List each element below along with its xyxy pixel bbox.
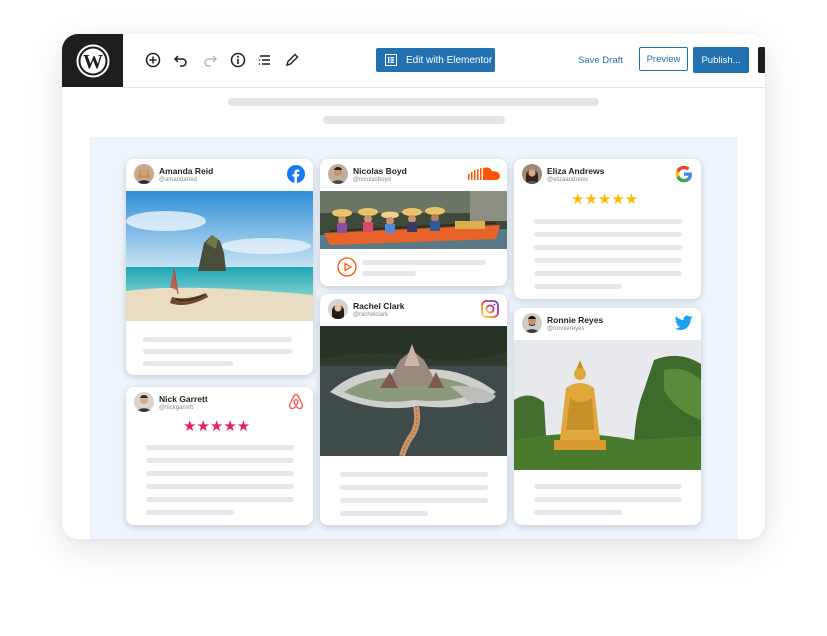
author-name: Nicolas Boyd xyxy=(353,166,407,176)
boat-market-photo xyxy=(320,191,507,249)
avatar xyxy=(134,392,154,412)
save-draft-button[interactable]: Save Draft xyxy=(578,55,623,66)
text-placeholder xyxy=(534,484,682,489)
author-name: Eliza Andrews xyxy=(547,166,605,176)
review-card-airbnb[interactable]: Nick Garrett @nickgarrett ★★★★★ xyxy=(126,387,313,525)
text-placeholder xyxy=(534,510,622,515)
review-card-instagram[interactable]: Rachel Clark @rachelclark xyxy=(320,294,507,525)
play-icon[interactable] xyxy=(337,257,357,277)
text-placeholder xyxy=(146,471,294,476)
author-handle: @nickgarrett xyxy=(159,405,194,411)
audio-title-placeholder xyxy=(362,271,416,276)
text-placeholder xyxy=(146,510,234,515)
publish-button[interactable]: Publish... xyxy=(693,47,749,73)
text-placeholder xyxy=(146,484,294,489)
audio-waveform-placeholder xyxy=(362,260,486,265)
text-placeholder xyxy=(534,258,682,263)
wordpress-logo-icon[interactable]: W xyxy=(62,34,123,87)
text-placeholder xyxy=(146,445,294,450)
facebook-icon[interactable] xyxy=(287,165,305,183)
author-handle: @elizaandrews xyxy=(547,177,589,183)
rating-stars: ★★★★★ xyxy=(183,418,251,435)
island-temple-photo xyxy=(320,326,507,456)
pencil-icon[interactable] xyxy=(282,50,302,70)
author-name: Ronnie Reyes xyxy=(547,315,604,325)
author-name: Amanda Reid xyxy=(159,166,214,176)
author-handle: @amandareid xyxy=(159,177,197,183)
text-placeholder xyxy=(340,472,488,477)
undo-icon[interactable] xyxy=(171,50,191,70)
twitter-icon[interactable] xyxy=(675,314,693,332)
settings-button[interactable] xyxy=(758,47,765,73)
elementor-label: Edit with Elementor xyxy=(406,54,493,66)
editor-window: W Edit with Elementor Save Draft Preview… xyxy=(62,34,765,539)
text-placeholder xyxy=(340,511,428,516)
review-card-google[interactable]: Eliza Andrews @elizaandrews ★★★★★ xyxy=(514,159,701,299)
review-card-twitter[interactable]: Ronnie Reyes @ronniereyes xyxy=(514,308,701,525)
text-placeholder xyxy=(340,485,488,490)
text-placeholder xyxy=(146,497,294,502)
redo-icon[interactable] xyxy=(200,50,220,70)
text-placeholder xyxy=(146,458,294,463)
author-handle: @nicolasboyd xyxy=(353,177,391,183)
airbnb-icon[interactable] xyxy=(287,393,305,411)
text-placeholder xyxy=(534,232,682,237)
text-placeholder xyxy=(143,361,233,366)
editor-toolbar: Edit with Elementor Save Draft Preview P… xyxy=(123,34,765,88)
author-name: Rachel Clark xyxy=(353,301,405,311)
text-placeholder xyxy=(340,498,488,503)
avatar xyxy=(328,299,348,319)
preview-button[interactable]: Preview xyxy=(639,47,688,71)
text-placeholder xyxy=(534,245,682,250)
subtitle-placeholder xyxy=(323,116,505,124)
author-handle: @ronniereyes xyxy=(547,326,585,332)
text-placeholder xyxy=(534,284,622,289)
title-placeholder xyxy=(228,98,599,106)
text-placeholder xyxy=(534,219,682,224)
text-placeholder xyxy=(534,497,682,502)
text-placeholder xyxy=(143,337,292,342)
plus-circle-icon[interactable] xyxy=(143,50,163,70)
instagram-icon[interactable] xyxy=(481,300,499,318)
google-icon[interactable] xyxy=(675,165,693,183)
review-card-facebook[interactable]: Amanda Reid @amandareid xyxy=(126,159,313,375)
info-icon[interactable] xyxy=(228,50,248,70)
beach-photo xyxy=(126,191,313,321)
list-view-icon[interactable] xyxy=(255,50,275,70)
rating-stars: ★★★★★ xyxy=(571,191,639,208)
avatar xyxy=(522,164,542,184)
avatar xyxy=(134,164,154,184)
text-placeholder xyxy=(143,349,292,354)
elementor-icon xyxy=(385,54,397,66)
review-card-soundcloud[interactable]: Nicolas Boyd @nicolasboyd xyxy=(320,159,507,286)
author-name: Nick Garrett xyxy=(159,394,208,404)
social-feed-canvas: Amanda Reid @amandareid Nick Garrett @ni… xyxy=(90,137,738,539)
avatar xyxy=(522,313,542,333)
author-handle: @rachelclark xyxy=(353,312,389,318)
svg-text:W: W xyxy=(83,51,103,73)
text-placeholder xyxy=(534,271,682,276)
avatar xyxy=(328,164,348,184)
buddha-statue-photo xyxy=(514,340,701,470)
soundcloud-icon[interactable] xyxy=(467,165,501,183)
edit-with-elementor-button[interactable]: Edit with Elementor xyxy=(376,48,495,72)
